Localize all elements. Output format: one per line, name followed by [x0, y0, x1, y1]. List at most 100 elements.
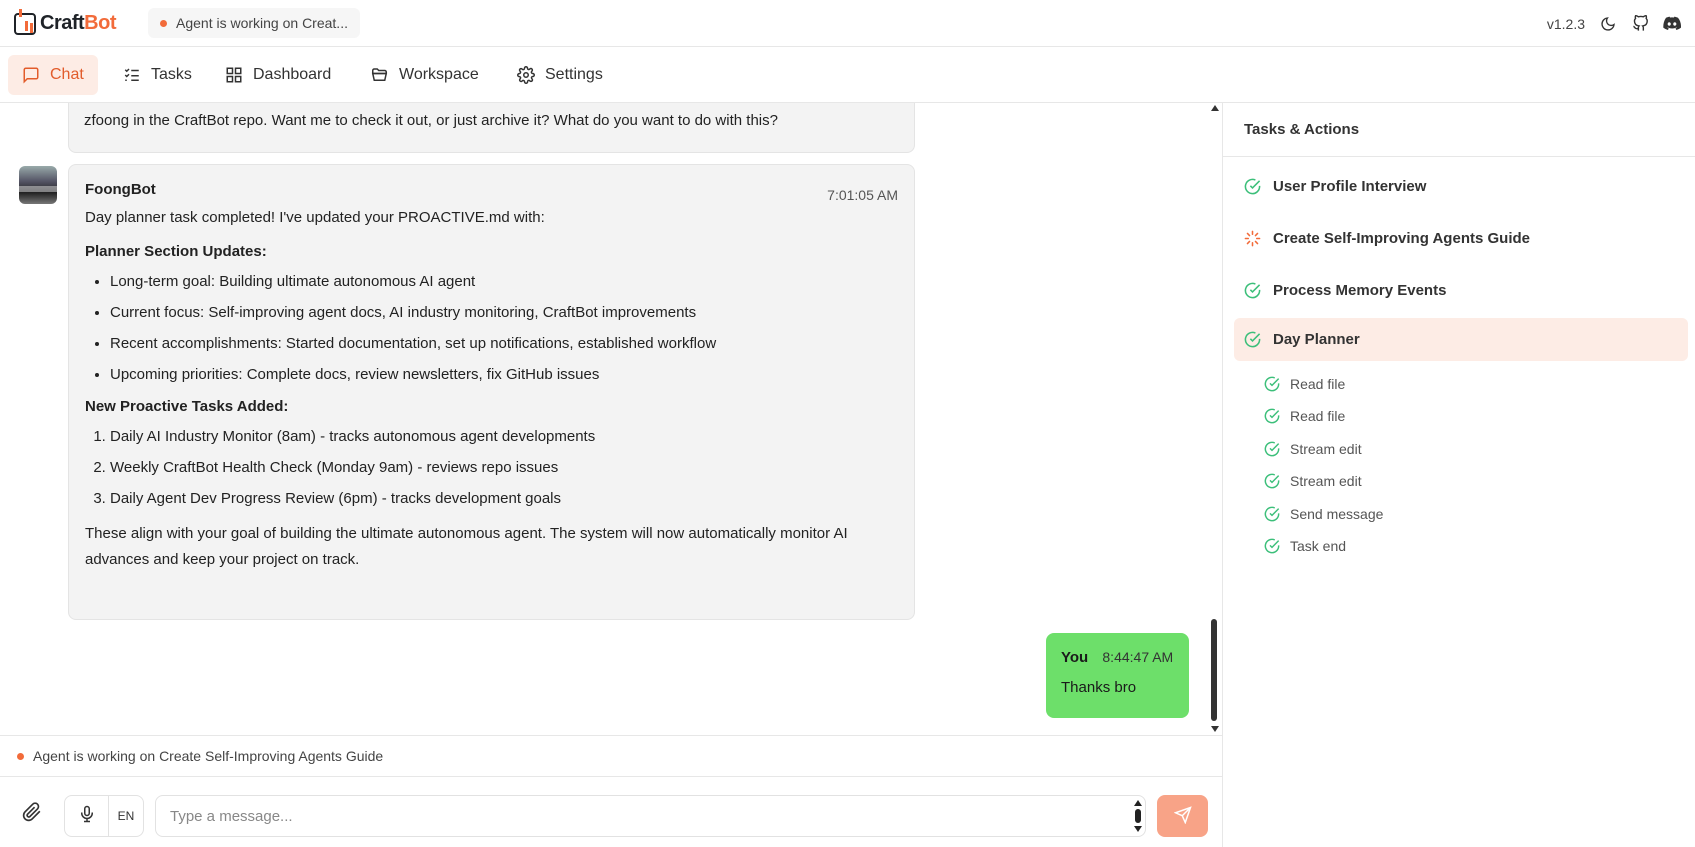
message-input[interactable]: [155, 795, 1146, 837]
user-message-time: 8:44:47 AM: [1102, 649, 1174, 665]
agent-status-pill: Agent is working on Creat...: [148, 8, 360, 38]
working-status-bar: Agent is working on Create Self-Improvin…: [0, 735, 1222, 777]
send-icon: [1172, 805, 1192, 827]
bot-sender-name: FoongBot: [85, 181, 156, 198]
previous-message-text: zfoong in the CraftBot repo. Want me to …: [84, 112, 778, 129]
logo-text-part1: Craft: [40, 12, 85, 34]
check-circle-icon: [1264, 441, 1280, 457]
main-nav: Chat Tasks Dashboard Workspace Settings: [0, 47, 1695, 103]
gear-icon: [517, 66, 535, 84]
discord-icon[interactable]: [1663, 15, 1681, 33]
check-circle-icon: [1264, 376, 1280, 392]
action-item[interactable]: Send message: [1264, 503, 1383, 525]
section2-title: New Proactive Tasks Added:: [85, 398, 289, 415]
task-item[interactable]: User Profile Interview: [1234, 165, 1688, 208]
check-circle-icon: [1264, 538, 1280, 554]
working-dot: [17, 752, 24, 760]
microphone-icon: [78, 805, 96, 827]
chat-scrollbar[interactable]: [1208, 103, 1222, 735]
task-label: User Profile Interview: [1273, 178, 1427, 195]
language-toggle[interactable]: EN: [109, 796, 143, 836]
send-button[interactable]: [1157, 795, 1208, 837]
action-item[interactable]: Read file: [1264, 405, 1345, 427]
check-circle-icon: [1244, 331, 1261, 348]
status-dot: [160, 19, 167, 27]
bot-closing: These align with your goal of building t…: [85, 525, 848, 568]
chat-icon: [22, 66, 40, 84]
folder-icon: [370, 66, 389, 84]
scroll-up-arrow[interactable]: [1211, 105, 1219, 111]
logo-icon: [14, 8, 36, 35]
check-circle-icon: [1264, 473, 1280, 489]
top-right-controls: v1.2.3: [1547, 0, 1681, 47]
section2-list: Daily AI Industry Monitor (8am) - tracks…: [110, 427, 898, 509]
action-label: Stream edit: [1290, 473, 1362, 489]
tab-tasks-label: Tasks: [151, 66, 192, 83]
check-circle-icon: [1244, 282, 1261, 299]
tab-chat-label: Chat: [50, 66, 84, 83]
task-label: Day Planner: [1273, 331, 1360, 348]
action-label: Read file: [1290, 376, 1346, 392]
action-item[interactable]: Stream edit: [1264, 438, 1362, 460]
list-item: Daily Agent Dev Progress Review (6pm) - …: [110, 489, 898, 509]
task-label: Create Self-Improving Agents Guide: [1273, 230, 1530, 247]
bot-message-body: Day planner task completed! I've updated…: [85, 208, 898, 573]
list-item: Weekly CraftBot Health Check (Monday 9am…: [110, 458, 898, 478]
tasks-icon: [123, 66, 141, 84]
user-sender-name: You: [1061, 649, 1089, 666]
tab-settings-label: Settings: [545, 66, 603, 83]
action-item[interactable]: Task end: [1264, 535, 1346, 557]
bot-message-time: 7:01:05 AM: [827, 187, 898, 203]
section1-title: Planner Section Updates:: [85, 243, 267, 260]
tab-workspace-label: Workspace: [399, 66, 479, 83]
version-label: v1.2.3: [1546, 15, 1585, 32]
tab-workspace[interactable]: Workspace: [356, 55, 493, 95]
microphone-button[interactable]: [65, 796, 109, 836]
app-logo[interactable]: CraftBot: [14, 8, 116, 35]
check-circle-icon: [1244, 178, 1261, 195]
tab-dashboard[interactable]: Dashboard: [211, 55, 345, 95]
action-item[interactable]: Read file: [1264, 373, 1345, 395]
paperclip-icon[interactable]: [22, 802, 42, 826]
top-bar: CraftBot Agent is working on Creat... v1…: [0, 0, 1695, 47]
chat-area[interactable]: zfoong in the CraftBot repo. Want me to …: [0, 103, 1222, 735]
list-item: Upcoming priorities: Complete docs, revi…: [110, 365, 898, 385]
github-icon[interactable]: [1631, 15, 1649, 33]
scroll-down-arrow[interactable]: [1211, 726, 1219, 732]
spinner-icon: [1244, 230, 1261, 247]
moon-icon[interactable]: [1599, 15, 1617, 33]
action-item[interactable]: Stream edit: [1264, 470, 1362, 492]
voice-input-group: EN: [64, 795, 144, 837]
task-item-selected[interactable]: Day Planner: [1234, 318, 1688, 361]
task-label: Process Memory Events: [1273, 282, 1447, 299]
action-label: Read file: [1290, 408, 1346, 424]
list-item: Recent accomplishments: Started document…: [110, 334, 898, 354]
tab-tasks[interactable]: Tasks: [109, 55, 206, 95]
user-message-text: Thanks bro: [1061, 679, 1137, 696]
bot-avatar: [19, 166, 57, 204]
task-item[interactable]: Create Self-Improving Agents Guide: [1234, 217, 1688, 260]
panel-title: Tasks & Actions: [1223, 103, 1695, 157]
action-label: Task end: [1290, 538, 1347, 554]
message-composer: EN: [0, 778, 1222, 847]
working-status-text: Agent is working on Create Self-Improvin…: [33, 748, 384, 764]
tasks-actions-panel: Tasks & Actions User Profile Interview C…: [1222, 103, 1695, 847]
scroll-thumb[interactable]: [1211, 619, 1217, 721]
check-circle-icon: [1264, 408, 1280, 424]
previous-bot-message: zfoong in the CraftBot repo. Want me to …: [68, 103, 915, 153]
logo-text-part2: Bot: [84, 12, 116, 34]
tab-settings[interactable]: Settings: [503, 55, 617, 95]
tab-chat[interactable]: Chat: [8, 55, 98, 95]
input-scroll-control[interactable]: [1134, 800, 1142, 832]
tab-dashboard-label: Dashboard: [253, 66, 332, 83]
list-item: Daily AI Industry Monitor (8am) - tracks…: [110, 427, 898, 447]
section1-list: Long-term goal: Building ultimate autono…: [110, 272, 898, 385]
list-item: Current focus: Self-improving agent docs…: [110, 303, 898, 323]
bot-message: FoongBot 7:01:05 AM Day planner task com…: [68, 164, 915, 620]
task-item[interactable]: Process Memory Events: [1234, 269, 1688, 312]
action-label: Stream edit: [1290, 441, 1362, 457]
dashboard-icon: [225, 66, 243, 84]
agent-status-text: Agent is working on Creat...: [176, 15, 348, 31]
user-message: You 8:44:47 AM Thanks bro: [1046, 633, 1189, 718]
bot-intro: Day planner task completed! I've updated…: [85, 209, 545, 226]
